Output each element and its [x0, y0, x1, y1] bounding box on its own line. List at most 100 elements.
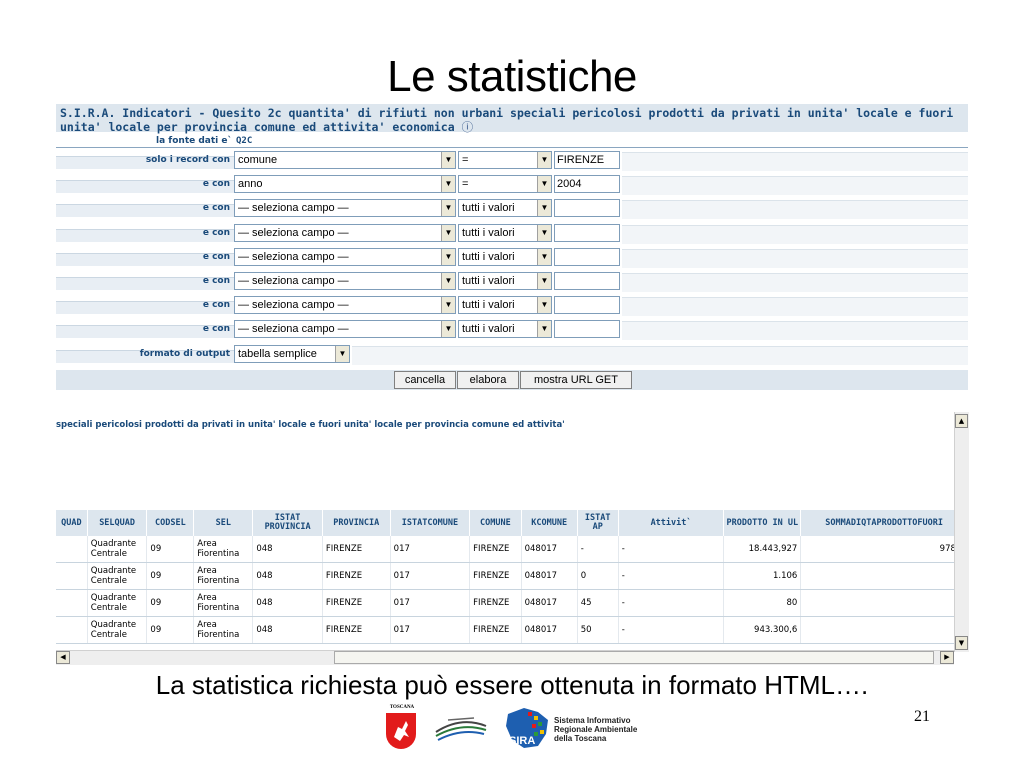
table-cell: FIRENZE: [469, 589, 522, 617]
table-cell: [56, 536, 88, 563]
pegasus-icon: [394, 721, 409, 741]
operator-select[interactable]: tutti i valori ▼: [458, 223, 552, 242]
value-input[interactable]: [554, 272, 620, 290]
slide-title: Le statistiche: [387, 52, 637, 101]
scroll-down-icon[interactable]: ▼: [955, 636, 968, 650]
operator-select[interactable]: tutti i valori ▼: [458, 296, 552, 315]
table-cell: 09: [146, 616, 195, 644]
toscana-logo-caption: TOSCANA: [389, 705, 415, 710]
operator-select-value: tutti i valori: [462, 299, 515, 312]
table-cell: -: [618, 536, 725, 563]
criteria-label: e con: [202, 324, 230, 335]
column-header[interactable]: ISTAT AP: [577, 510, 619, 536]
field-select[interactable]: anno ▼: [234, 175, 456, 194]
value-input[interactable]: FIRENZE: [554, 151, 620, 169]
column-header[interactable]: Attivit`: [618, 510, 725, 536]
field-select[interactable]: — seleziona campo — ▼: [234, 272, 456, 290]
criteria-label: e con: [202, 179, 230, 190]
table-cell: FIRENZE: [469, 616, 522, 644]
scroll-up-icon[interactable]: ▲: [955, 414, 968, 428]
column-header[interactable]: ISTAT PROVINCIA: [252, 510, 323, 536]
chevron-down-icon: ▼: [537, 200, 551, 217]
sira-line-2: Regionale Ambientale: [554, 725, 638, 734]
wave-logo-icon: [435, 717, 487, 741]
scroll-right-icon[interactable]: ▶: [940, 651, 954, 664]
table-cell: [56, 562, 88, 590]
column-header[interactable]: KCOMUNE: [521, 510, 578, 536]
form-header-text: S.I.R.A. Indicatori - Quesito 2c quantit…: [60, 106, 954, 134]
table-cell: -: [618, 562, 725, 590]
field-select[interactable]: — seleziona campo — ▼: [234, 320, 456, 339]
row-filler: [622, 200, 968, 220]
operator-select[interactable]: tutti i valori ▼: [458, 272, 552, 290]
value-input[interactable]: [554, 296, 620, 315]
column-header[interactable]: SELQUAD: [87, 510, 148, 536]
value-input[interactable]: [554, 199, 620, 218]
criteria-label: solo i record con: [145, 155, 230, 165]
cancel-button[interactable]: cancella: [394, 371, 456, 389]
table-cell: 09: [146, 536, 195, 563]
criteria-label: e con: [202, 300, 230, 311]
criteria-row: e con — seleziona campo — ▼ tutti i valori ▼: [56, 223, 968, 245]
value-input[interactable]: 2004: [554, 175, 620, 194]
chevron-down-icon: ▼: [441, 273, 455, 289]
chevron-down-icon: ▼: [537, 176, 551, 193]
vertical-scrollbar[interactable]: ▲ ▼: [954, 412, 969, 652]
table-cell: Area Fiorentina: [193, 589, 254, 617]
table-cell: 017: [390, 589, 471, 617]
toscana-shield-icon: [386, 713, 416, 749]
operator-select[interactable]: = ▼: [458, 151, 552, 169]
value-input[interactable]: [554, 320, 620, 339]
operator-select-value: tutti i valori: [462, 202, 515, 215]
column-header[interactable]: COMUNE: [469, 510, 522, 536]
criteria-row: e con — seleziona campo — ▼ tutti i valori ▼: [56, 247, 968, 269]
column-header[interactable]: QUAD: [56, 510, 88, 536]
table-cell: 1.106: [723, 562, 802, 590]
table-cell: FIRENZE: [469, 562, 522, 590]
field-select[interactable]: — seleziona campo — ▼: [234, 296, 456, 315]
row-filler: [352, 346, 968, 365]
field-select-value: — seleziona campo —: [238, 202, 349, 215]
results-table: QUAD SELQUAD CODSEL SEL ISTAT PROVINCIA PROVI…: [56, 510, 968, 644]
field-select[interactable]: — seleziona campo — ▼: [234, 247, 456, 266]
row-filler: [622, 224, 968, 244]
operator-select[interactable]: tutti i valori ▼: [458, 247, 552, 266]
horizontal-scrollbar[interactable]: ◀ ▶: [56, 650, 954, 665]
table-cell: 048: [252, 562, 323, 590]
field-select[interactable]: — seleziona campo — ▼: [234, 223, 456, 242]
form-header: S.I.R.A. Indicatori - Quesito 2c quantit…: [56, 104, 968, 134]
table-body: Quadrante Centrale 09 Area Fiorentina 048 FI…: [56, 536, 968, 644]
criteria-row: e con — seleziona campo — ▼ tutti i valori ▼: [56, 198, 968, 220]
scroll-left-icon[interactable]: ◀: [56, 651, 70, 664]
criteria-row: e con — seleziona campo — ▼ tutti i valori ▼: [56, 271, 968, 293]
query-form: S.I.R.A. Indicatori - Quesito 2c quantit…: [56, 104, 968, 390]
column-header[interactable]: CODSEL: [146, 510, 195, 536]
value-input[interactable]: [554, 247, 620, 266]
process-button[interactable]: elabora: [457, 371, 519, 389]
column-header[interactable]: PRODOTTO IN UL: [723, 510, 802, 536]
column-header[interactable]: SEL: [193, 510, 254, 536]
column-header[interactable]: ISTATCOMUNE: [390, 510, 471, 536]
table-cell: 09: [146, 589, 195, 617]
format-select[interactable]: tabella semplice ▼: [234, 345, 350, 363]
show-url-button[interactable]: mostra URL GET: [520, 371, 632, 389]
chevron-down-icon: ▼: [441, 321, 455, 338]
info-icon[interactable]: ⓘ: [462, 120, 474, 134]
scroll-thumb[interactable]: [334, 651, 934, 664]
chevron-down-icon: ▼: [335, 346, 349, 362]
criteria-row: e con — seleziona campo — ▼ tutti i valori ▼: [56, 295, 968, 317]
field-select-value: comune: [238, 154, 278, 166]
operator-select[interactable]: tutti i valori ▼: [458, 320, 552, 339]
operator-select[interactable]: tutti i valori ▼: [458, 199, 552, 218]
field-select[interactable]: — seleziona campo — ▼: [234, 199, 456, 218]
table-cell: 048017: [521, 589, 578, 617]
operator-select[interactable]: = ▼: [458, 175, 552, 194]
operator-select-value: =: [462, 154, 469, 166]
chevron-down-icon: ▼: [537, 248, 551, 265]
value-input[interactable]: [554, 223, 620, 242]
column-header[interactable]: SOMMADIQTAPRODOTTOFUORI: [800, 510, 968, 536]
operator-select-value: =: [462, 178, 469, 191]
field-select[interactable]: comune ▼: [234, 151, 456, 169]
column-header[interactable]: PROVINCIA: [322, 510, 391, 536]
table-cell: 80: [723, 589, 802, 617]
